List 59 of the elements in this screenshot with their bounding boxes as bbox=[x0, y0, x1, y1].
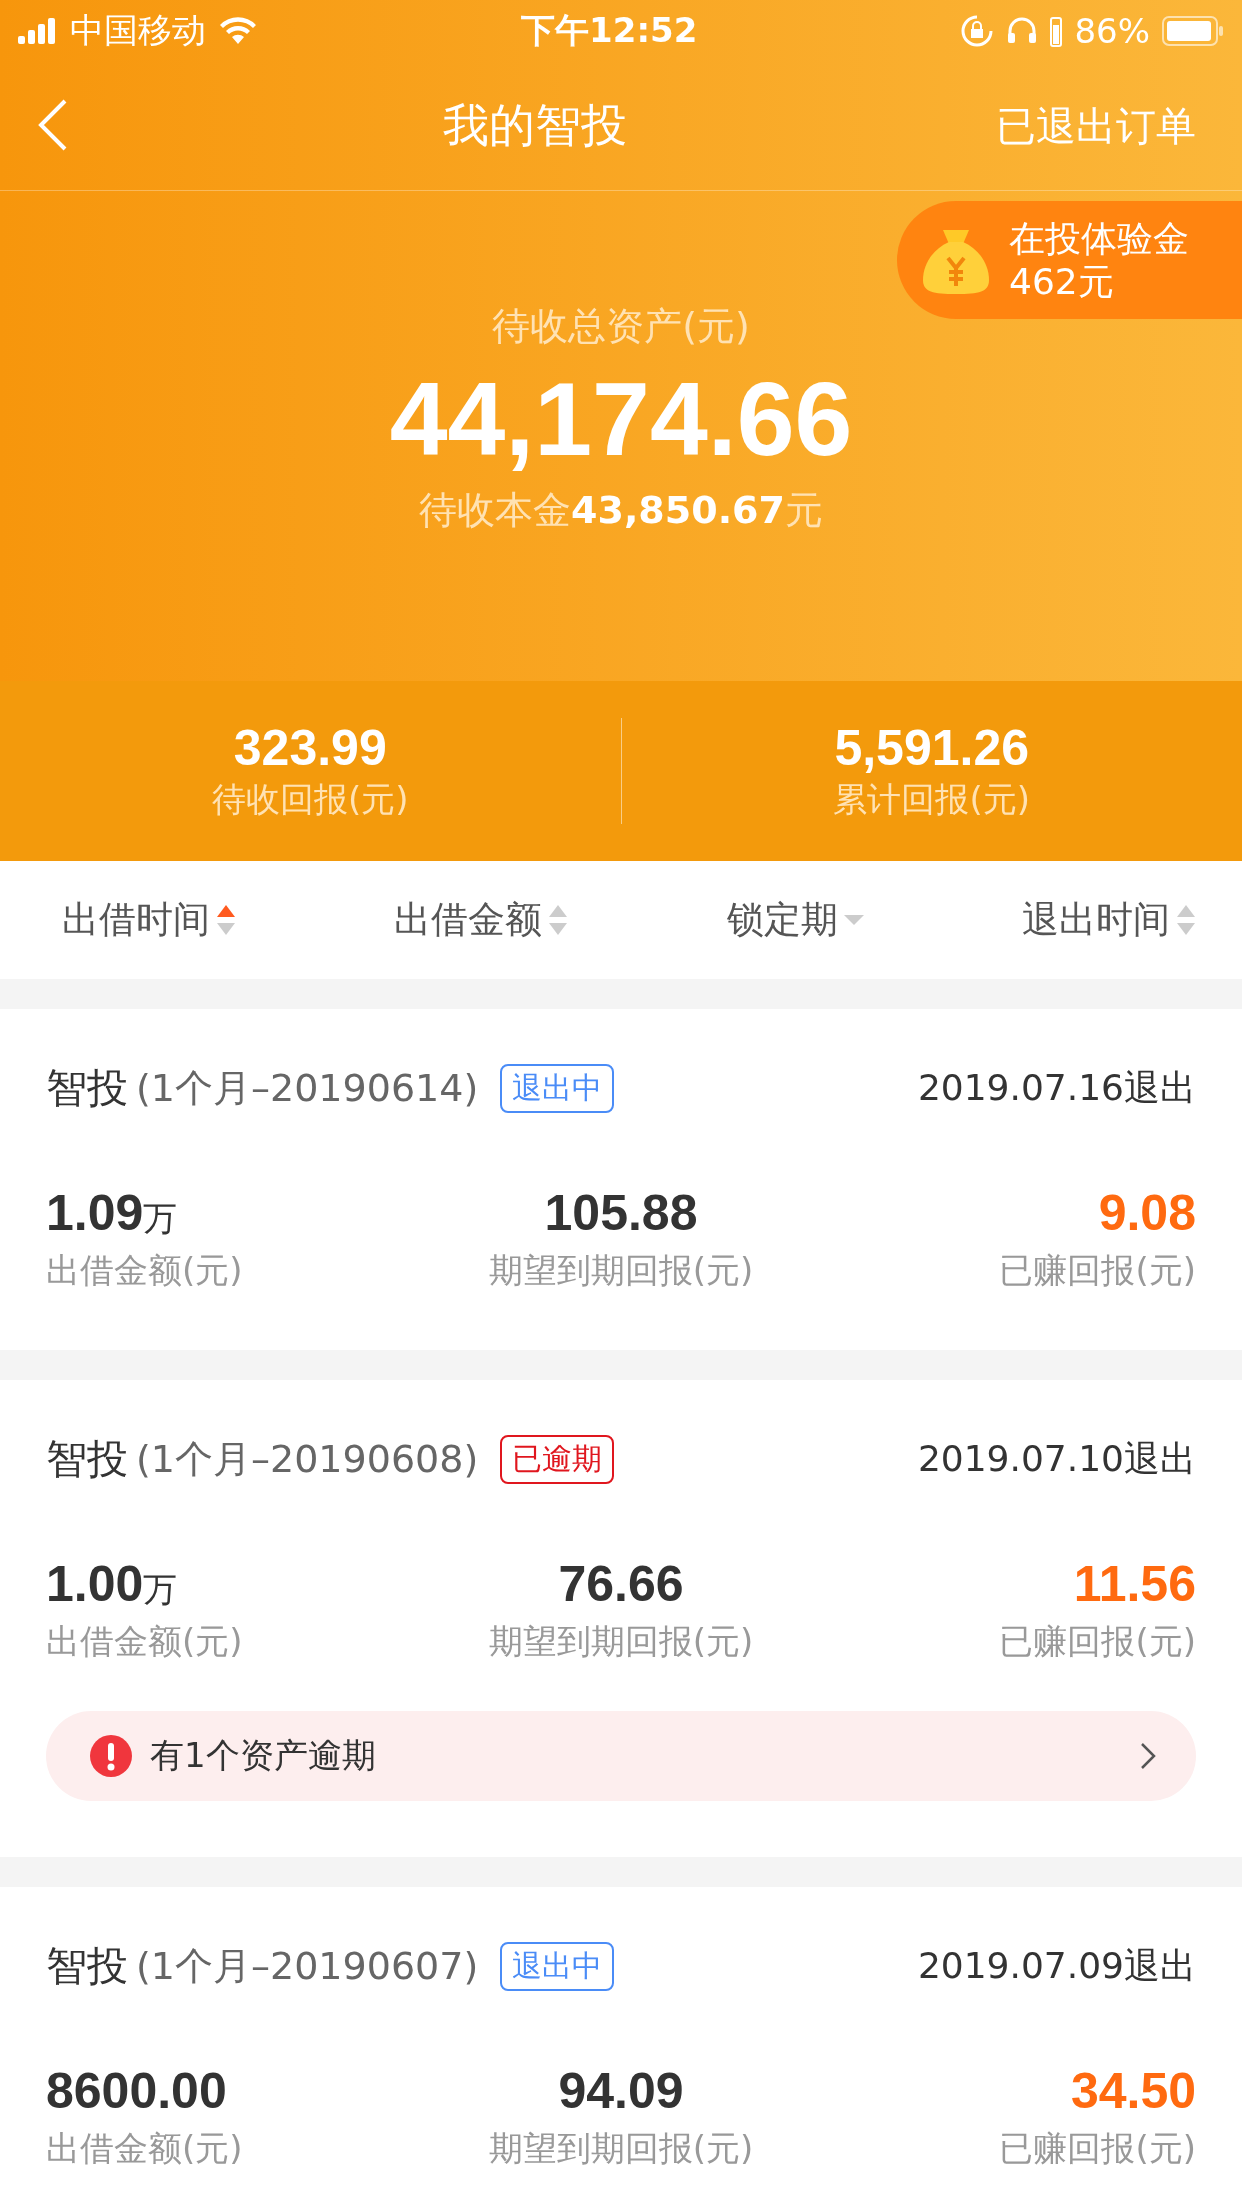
stat-value: 323.99 bbox=[233, 719, 387, 777]
carrier-name: 中国移动 bbox=[70, 9, 206, 52]
product-term: (1个月–20190607) bbox=[136, 1943, 479, 1990]
sort-button[interactable]: 出借时间 bbox=[62, 895, 236, 945]
status-tag: 退出中 bbox=[500, 1942, 615, 1991]
sort-button[interactable]: 锁定期 bbox=[726, 895, 864, 945]
exit-date: 2019.07.10退出 bbox=[917, 1437, 1196, 1481]
expected-return-value: 76.66 bbox=[558, 1555, 684, 1613]
product-term: (1个月–20190614) bbox=[136, 1065, 479, 1112]
amount-value: 1.00万 bbox=[46, 1555, 178, 1613]
sort-button[interactable]: 出借金额 bbox=[394, 895, 569, 945]
order-card[interactable]: 智投 (1个月–20190607) 退出中 2019.07.09退出 8600.00 出借金额(元) 94.09 期望到期回报(元) 34.50 已赚回报(元) bbox=[0, 1887, 1242, 2208]
order-card[interactable]: 智投 (1个月–20190608) 已逾期 2019.07.10退出 1.00万 出借金额(元) 76.66 期望到期回报(元) 11.56 已赚回报(元) 有1个资产逾期 bbox=[0, 1380, 1242, 1857]
expected-return-label: 期望到期回报(元) bbox=[488, 1249, 754, 1292]
chevron-right-icon bbox=[1140, 1742, 1156, 1770]
earned-return-label: 已赚回报(元) bbox=[999, 1249, 1196, 1292]
battery-icon bbox=[1162, 16, 1224, 46]
status-tag: 退出中 bbox=[500, 1064, 615, 1113]
badge-amount: 462元 bbox=[1009, 260, 1115, 304]
product-name: 智投 bbox=[46, 1063, 128, 1114]
signal-icon bbox=[18, 18, 58, 44]
overdue-alert[interactable]: 有1个资产逾期 bbox=[46, 1711, 1196, 1801]
expected-return-label: 期望到期回报(元) bbox=[488, 2127, 754, 2170]
stat-label: 待收回报(元) bbox=[212, 778, 409, 821]
earned-return-value: 34.50 bbox=[1070, 2062, 1196, 2120]
total-assets-label: 待收总资产(元) bbox=[492, 303, 750, 350]
amount-value: 8600.00 bbox=[46, 2062, 227, 2120]
earned-return-label: 已赚回报(元) bbox=[999, 1620, 1196, 1663]
status-tag: 已逾期 bbox=[500, 1435, 615, 1484]
amount-value: 1.09万 bbox=[46, 1184, 178, 1242]
battery-percent: 86% bbox=[1074, 11, 1150, 51]
earned-return-label: 已赚回报(元) bbox=[999, 2127, 1196, 2170]
expected-return-value: 94.09 bbox=[558, 2062, 684, 2120]
page-title: 我的智投 bbox=[443, 97, 627, 154]
exit-date: 2019.07.16退出 bbox=[917, 1066, 1196, 1110]
badge-label: 在投体验金 bbox=[1009, 216, 1189, 260]
wifi-icon bbox=[218, 16, 258, 46]
principal-text: 待收本金43,850.67元 bbox=[419, 487, 823, 534]
earned-return-value: 11.56 bbox=[1073, 1555, 1196, 1613]
amount-label: 出借金额(元) bbox=[46, 1620, 243, 1663]
order-card[interactable]: 智投 (1个月–20190614) 退出中 2019.07.16退出 1.09万 出借金额(元) 105.88 期望到期回报(元) 9.08 已赚回报(元) bbox=[0, 1009, 1242, 1350]
stat-value: 5,591.26 bbox=[834, 719, 1030, 777]
product-term: (1个月–20190608) bbox=[136, 1436, 479, 1483]
product-name: 智投 bbox=[46, 1434, 128, 1485]
expected-return-value: 105.88 bbox=[544, 1184, 698, 1242]
rotation-lock-icon bbox=[960, 14, 995, 48]
battery-small-icon bbox=[1050, 15, 1063, 47]
product-name: 智投 bbox=[46, 1941, 128, 1992]
total-assets-value: 44,174.66 bbox=[389, 360, 853, 479]
clock-time: 下午12:52 bbox=[521, 9, 698, 52]
warning-icon bbox=[90, 1735, 132, 1777]
amount-label: 出借金额(元) bbox=[46, 1249, 243, 1292]
expected-return-label: 期望到期回报(元) bbox=[488, 1620, 754, 1663]
sort-button[interactable]: 退出时间 bbox=[1022, 895, 1196, 945]
stat-label: 累计回报(元) bbox=[833, 778, 1030, 821]
amount-label: 出借金额(元) bbox=[46, 2127, 243, 2170]
alert-text: 有1个资产逾期 bbox=[150, 1734, 376, 1777]
exit-date: 2019.07.09退出 bbox=[917, 1944, 1196, 1988]
earned-return-value: 9.08 bbox=[1098, 1184, 1196, 1242]
